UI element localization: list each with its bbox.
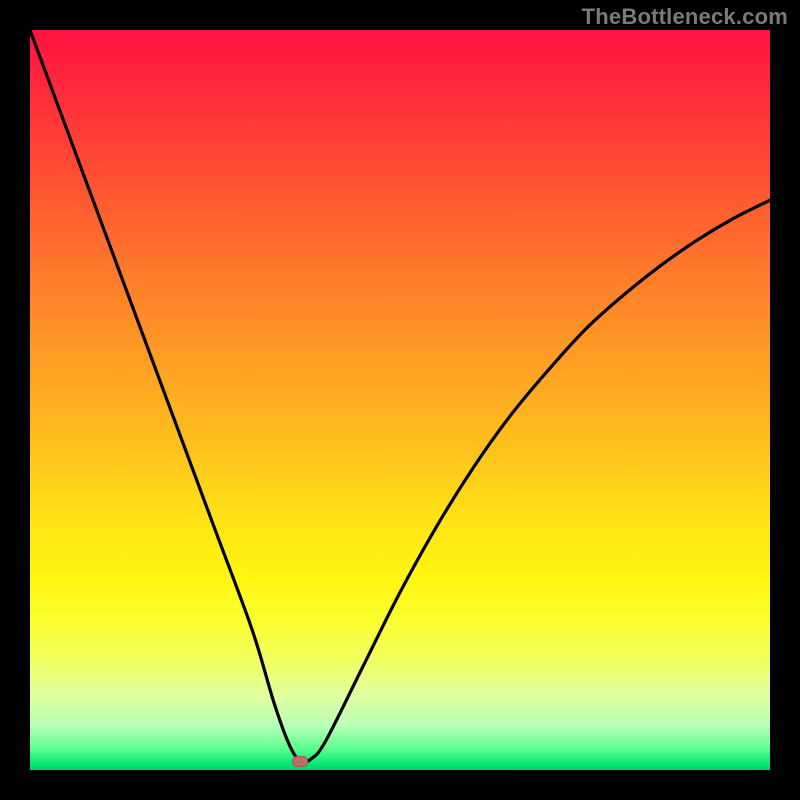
chart-frame: TheBottleneck.com	[0, 0, 800, 800]
bottleneck-curve	[30, 30, 770, 770]
watermark-text: TheBottleneck.com	[582, 4, 788, 30]
optimum-marker	[292, 756, 308, 767]
plot-area	[30, 30, 770, 770]
